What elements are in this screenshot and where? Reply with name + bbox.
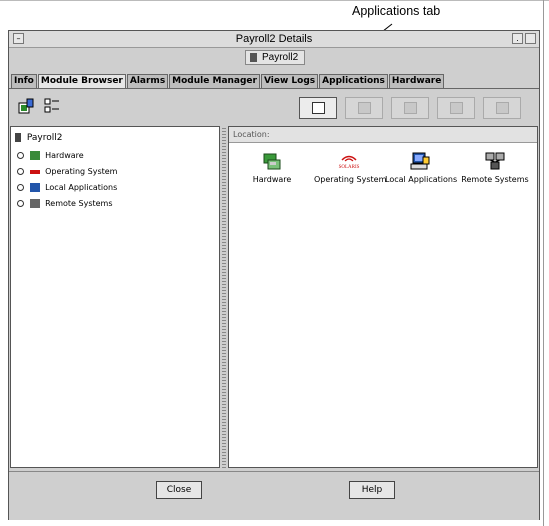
- remote-systems-icon: [29, 199, 40, 208]
- tree-item-hardware[interactable]: Hardware: [17, 151, 84, 160]
- expand-handle-icon[interactable]: [17, 152, 24, 159]
- solaris-logo-text: SOLARIS: [339, 165, 360, 170]
- tree-item-label: Hardware: [45, 151, 84, 160]
- title-bar: – Payroll2 Details .: [9, 31, 539, 48]
- button-bar: Close Help: [9, 471, 539, 520]
- host-bar: Payroll2: [9, 48, 539, 66]
- tree-item-label: Remote Systems: [45, 199, 113, 208]
- host-label: Payroll2: [245, 50, 306, 65]
- computer-icon: [15, 133, 21, 142]
- tab-info[interactable]: Info: [11, 74, 37, 88]
- edit-icon: [312, 102, 325, 114]
- tab-alarms[interactable]: Alarms: [126, 74, 169, 88]
- settings-button[interactable]: [483, 97, 521, 119]
- icon-remote-systems[interactable]: Remote Systems: [460, 151, 530, 184]
- tree-item-label: Local Applications: [45, 183, 118, 192]
- expand-handle-icon[interactable]: [17, 184, 24, 191]
- disabled-button-2[interactable]: [391, 97, 429, 119]
- solaris-icon: [29, 169, 40, 174]
- window-icon: [358, 102, 371, 114]
- icon-label: Operating System: [314, 175, 387, 184]
- hardware-icon: [263, 153, 281, 170]
- tab-divider: [9, 88, 539, 89]
- tree-item-label: Operating System: [45, 167, 118, 176]
- icon-hardware[interactable]: Hardware: [237, 151, 307, 184]
- local-applications-icon: [410, 152, 430, 170]
- pane-splitter[interactable]: [222, 126, 226, 468]
- expand-handle-icon[interactable]: [17, 200, 24, 207]
- gear-icon: [496, 102, 509, 114]
- host-name: Payroll2: [262, 52, 299, 63]
- tree-item-remote-systems[interactable]: Remote Systems: [17, 199, 113, 208]
- refresh-icon: [450, 102, 463, 114]
- location-bar: Location:: [229, 127, 537, 143]
- tab-view-logs[interactable]: View Logs: [260, 74, 319, 88]
- expand-handle-icon[interactable]: [17, 168, 24, 175]
- icon-label: Local Applications: [385, 175, 458, 184]
- module-tree: Payroll2 Hardware Operating System Local…: [10, 126, 220, 468]
- window-icon: [404, 102, 417, 114]
- help-button[interactable]: Help: [349, 481, 395, 499]
- tree-item-operating-system[interactable]: Operating System: [17, 167, 117, 176]
- tree-item-local-applications[interactable]: Local Applications: [17, 183, 117, 192]
- tab-hardware[interactable]: Hardware: [388, 74, 445, 88]
- minimize-button[interactable]: .: [512, 33, 523, 44]
- tab-applications[interactable]: Applications: [319, 74, 388, 88]
- disabled-button-1[interactable]: [345, 97, 383, 119]
- solaris-icon: SOLARIS: [339, 155, 360, 170]
- icon-label: Remote Systems: [461, 175, 529, 184]
- icon-local-applications[interactable]: Local Applications: [385, 151, 458, 184]
- local-applications-icon: [29, 183, 40, 192]
- tab-module-browser[interactable]: Module Browser: [37, 74, 126, 88]
- tab-module-manager[interactable]: Module Manager: [169, 74, 260, 88]
- tree-root-label: Payroll2: [26, 133, 63, 143]
- icon-operating-system[interactable]: SOLARIS Operating System: [314, 151, 387, 184]
- tab-strip: Info Module Browser Alarms Module Manage…: [11, 74, 445, 88]
- close-button[interactable]: Close: [156, 481, 202, 499]
- module-contents: Location: Hardware SOLARIS Operating Sys…: [228, 126, 538, 468]
- maximize-button[interactable]: [525, 33, 536, 44]
- window-title: Payroll2 Details: [235, 33, 313, 45]
- tree-view-icon[interactable]: [17, 97, 37, 115]
- details-window: – Payroll2 Details . Payroll2 Info Modul…: [8, 30, 540, 520]
- hardware-icon: [29, 151, 40, 160]
- remote-systems-icon: [485, 152, 505, 170]
- tree-root[interactable]: Payroll2: [15, 133, 62, 143]
- refresh-button[interactable]: [437, 97, 475, 119]
- icon-label: Hardware: [252, 175, 292, 184]
- computer-icon: [250, 53, 257, 62]
- list-view-icon[interactable]: [43, 97, 63, 115]
- properties-button[interactable]: [299, 97, 337, 119]
